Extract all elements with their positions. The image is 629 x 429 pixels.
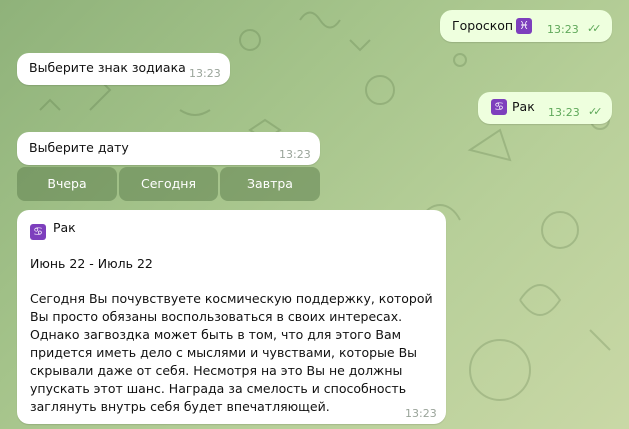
forecast-dates: Июнь 22 - Июль 22 bbox=[30, 256, 153, 271]
message-time: 13:23 bbox=[279, 148, 311, 161]
cancer-emoji-icon: ♋ bbox=[491, 99, 507, 115]
keyboard-button-yesterday[interactable]: Вчера bbox=[17, 167, 117, 201]
keyboard-button-tomorrow[interactable]: Завтра bbox=[220, 167, 320, 201]
message-forecast[interactable]: ♋ Рак Июнь 22 - Июль 22 Сегодня Вы почув… bbox=[17, 210, 446, 424]
message-time: 13:23 bbox=[189, 67, 221, 80]
message-choose-sign[interactable]: Выберите знак зодиака 13:23 bbox=[17, 53, 230, 85]
double-check-icon: ✓✓ bbox=[587, 22, 602, 35]
forecast-body: Сегодня Вы почувствуете космическую подд… bbox=[30, 291, 433, 414]
cancer-emoji-icon: ♋ bbox=[30, 224, 46, 240]
message-horoscope-command[interactable]: Гороскоп ♓ 13:23 ✓✓ bbox=[440, 10, 612, 42]
message-time: 13:23 bbox=[547, 23, 579, 36]
message-time: 13:23 bbox=[548, 106, 580, 119]
message-text: Выберите знак зодиака bbox=[29, 60, 186, 75]
message-sign-reply[interactable]: ♋ Рак 13:23 ✓✓ bbox=[478, 92, 612, 124]
forecast-sign: Рак bbox=[52, 220, 76, 235]
message-text: Выберите дату bbox=[29, 140, 129, 155]
pisces-emoji-icon: ♓ bbox=[516, 18, 532, 34]
message-text: Гороскоп bbox=[452, 18, 514, 33]
forecast-sign-line: ♋ Рак bbox=[30, 219, 76, 240]
double-check-icon: ✓✓ bbox=[588, 105, 603, 118]
message-time: 13:23 bbox=[405, 407, 437, 420]
message-choose-date[interactable]: Выберите дату 13:23 bbox=[17, 132, 320, 165]
keyboard-button-today[interactable]: Сегодня bbox=[119, 167, 218, 201]
message-text: Рак bbox=[512, 99, 535, 114]
